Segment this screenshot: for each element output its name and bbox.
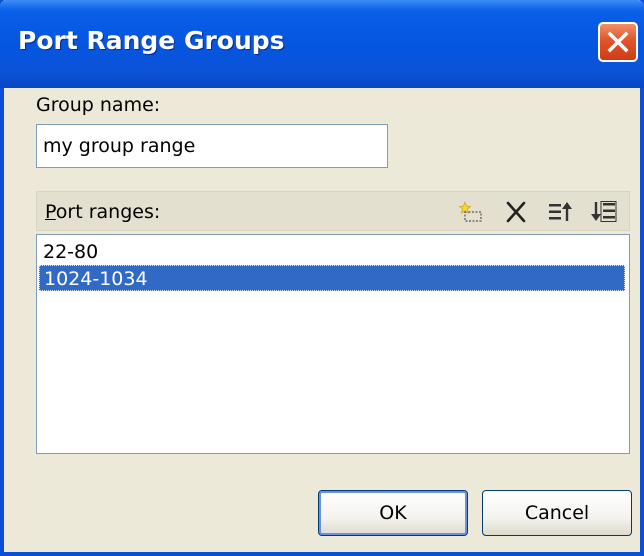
list-item-22-80[interactable]: 22-80	[39, 239, 625, 265]
move-down-icon[interactable]	[591, 200, 617, 224]
group-name-input[interactable]	[36, 124, 388, 168]
delete-icon[interactable]	[503, 200, 529, 224]
window-title: Port Range Groups	[18, 26, 285, 55]
port-ranges-header: Port ranges:	[36, 191, 630, 231]
port-ranges-list[interactable]: 22-80 1024-1034	[36, 234, 630, 454]
close-icon	[607, 31, 629, 53]
ok-button[interactable]: OK	[318, 490, 468, 536]
group-name-label: Group name:	[36, 94, 161, 116]
new-item-icon[interactable]	[459, 200, 485, 224]
move-up-icon[interactable]	[547, 200, 573, 224]
close-button[interactable]	[598, 22, 638, 62]
port-range-groups-dialog: Port Range Groups Group name: Port range…	[0, 0, 644, 556]
list-item-1024-1034[interactable]: 1024-1034	[39, 265, 625, 291]
port-ranges-mnemonic: P	[45, 201, 56, 223]
title-bar: Port Range Groups	[0, 0, 644, 88]
cancel-button[interactable]: Cancel	[482, 490, 632, 536]
port-ranges-label: Port ranges:	[45, 201, 160, 223]
port-ranges-label-rest: ort ranges:	[55, 201, 161, 223]
